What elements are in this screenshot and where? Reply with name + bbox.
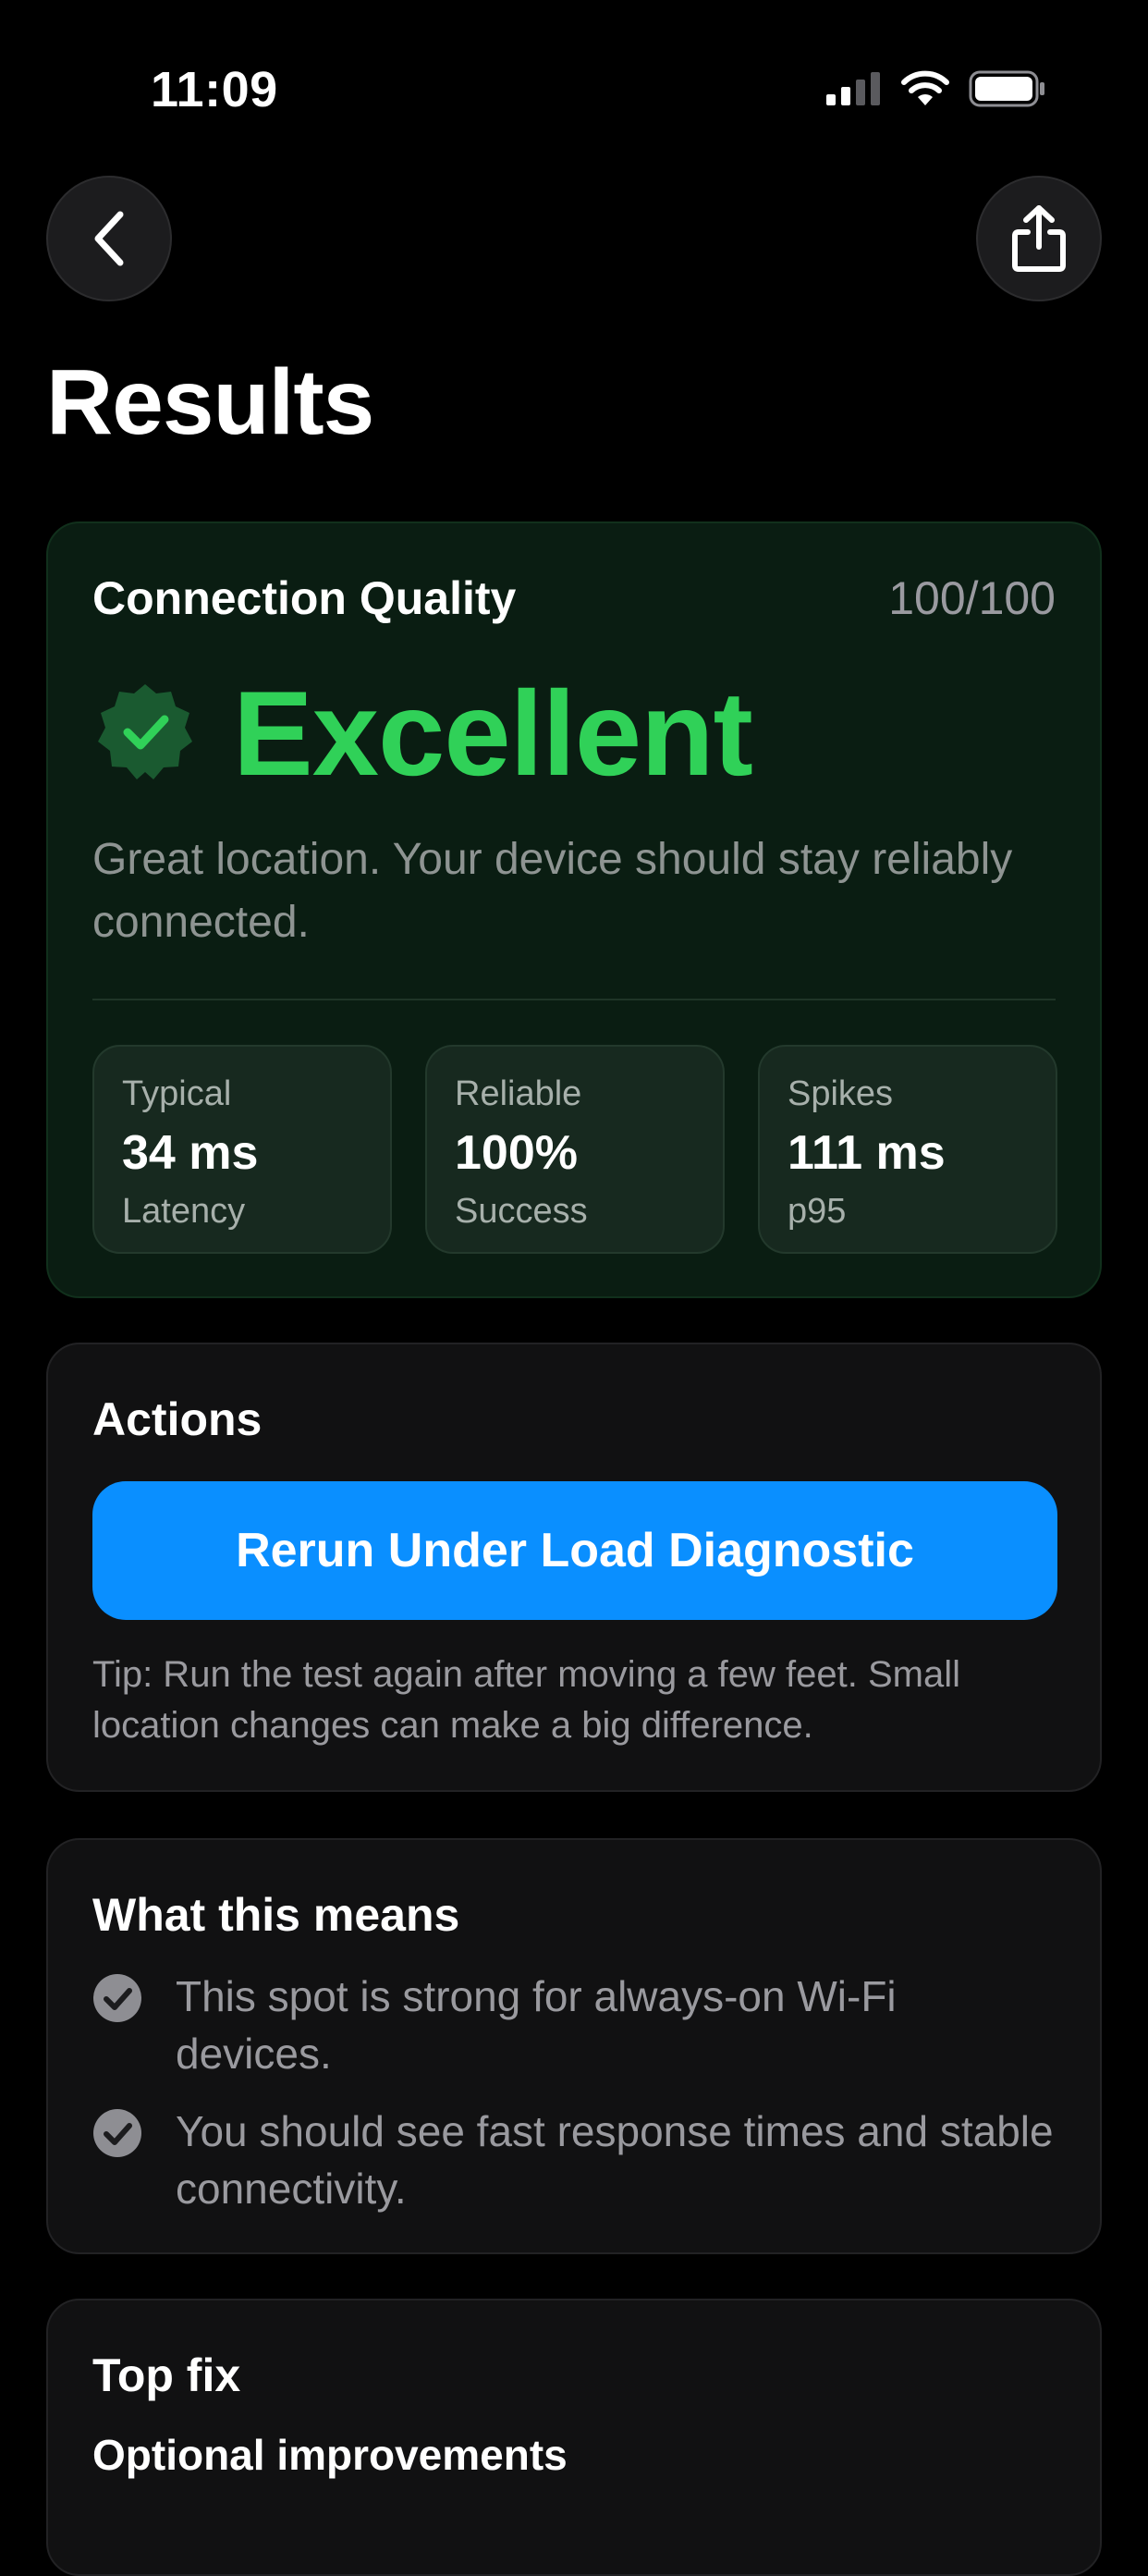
metric-value: 100% (455, 1126, 578, 1180)
share-icon (1012, 205, 1066, 272)
optional-improvements-heading: Optional improvements (92, 2431, 568, 2479)
metric-caption: p95 (788, 1192, 847, 1231)
rerun-diagnostic-button[interactable]: Rerun Under Load Diagnostic (92, 1481, 1057, 1620)
signal-icon (826, 72, 880, 105)
wifi-icon (901, 70, 949, 105)
metric-caption: Success (455, 1192, 588, 1231)
actions-heading: Actions (92, 1393, 263, 1445)
means-list: This spot is strong for always-on Wi-Fi … (92, 1968, 1072, 2238)
actions-card: Actions Rerun Under Load Diagnostic Tip:… (46, 1343, 1102, 1792)
metric-latency: Typical 34 ms Latency (92, 1045, 392, 1254)
list-item: This spot is strong for always-on Wi-Fi … (92, 1968, 1072, 2082)
check-circle-icon (93, 1974, 141, 2022)
back-button[interactable] (46, 176, 172, 301)
metric-value: 34 ms (122, 1126, 259, 1180)
quality-score: 100/100 (888, 572, 1056, 624)
back-chevron-icon (94, 211, 124, 266)
page-title: Results (46, 350, 374, 454)
status-icons (826, 70, 1046, 107)
status-bar: 11:09 (0, 0, 1148, 185)
connection-quality-card: Connection Quality 100/100 Excellent Gre… (46, 521, 1102, 1298)
tip-text: Tip: Run the test again after moving a f… (92, 1654, 960, 1746)
quality-description: Great location. Your device should stay … (92, 835, 1013, 947)
verified-badge-icon (98, 684, 192, 779)
metric-label: Reliable (455, 1074, 582, 1113)
check-circle-icon (93, 2109, 141, 2157)
list-item: You should see fast response times and s… (92, 2103, 1072, 2217)
connection-quality-heading: Connection Quality (92, 572, 517, 624)
quality-rating: Excellent (233, 666, 753, 801)
share-button[interactable] (976, 176, 1102, 301)
what-this-means-heading: What this means (92, 1889, 460, 1941)
what-this-means-card: What this means This spot is strong for … (46, 1838, 1102, 2254)
card-divider (92, 999, 1056, 1000)
status-time: 11:09 (151, 62, 278, 117)
top-fix-card: Top fix Optional improvements (46, 2299, 1102, 2576)
means-item-text: You should see fast response times and s… (176, 2107, 1054, 2213)
metric-caption: Latency (122, 1192, 246, 1231)
metric-success: Reliable 100% Success (425, 1045, 725, 1254)
battery-icon (969, 70, 1044, 107)
metric-label: Spikes (788, 1074, 894, 1113)
means-item-text: This spot is strong for always-on Wi-Fi … (176, 1972, 897, 2078)
metric-spikes: Spikes 111 ms p95 (758, 1045, 1057, 1254)
metric-value: 111 ms (788, 1126, 946, 1180)
metrics-row: Typical 34 ms Latency Reliable 100% Succ… (92, 1045, 1057, 1254)
metric-label: Typical (122, 1074, 232, 1113)
top-fix-heading: Top fix (92, 2349, 241, 2401)
